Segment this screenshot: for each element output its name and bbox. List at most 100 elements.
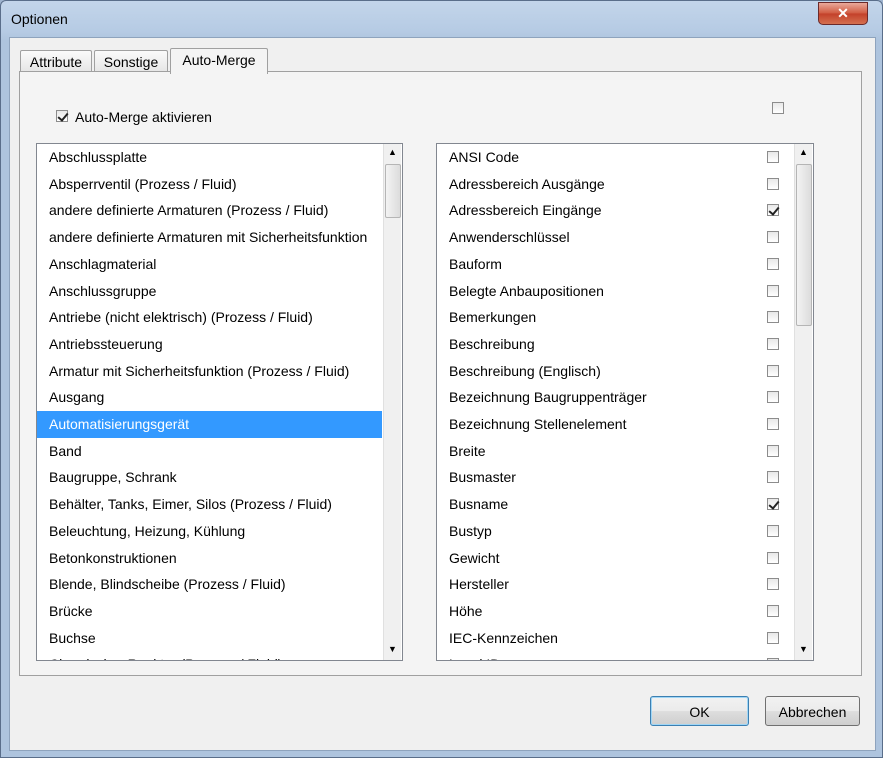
category-list-item[interactable]: Automatisierungsgerät (37, 411, 382, 438)
attribute-list-item-label: Busname (449, 496, 509, 513)
ok-button[interactable]: OK (650, 696, 749, 726)
category-list-item-label: Antriebe (nicht elektrisch) (Prozess / F… (49, 309, 313, 326)
attribute-list-item-label: Adressbereich Eingänge (449, 202, 602, 219)
category-list-item-label: Baugruppe, Schrank (49, 469, 177, 486)
attribute-merge-checkbox[interactable] (767, 151, 779, 163)
category-list-item[interactable]: Chemischer Reaktor (Prozess / Fluid) (37, 651, 382, 660)
category-list-item-label: Ausgang (49, 389, 105, 406)
category-list-item[interactable]: Behälter, Tanks, Eimer, Silos (Prozess /… (37, 491, 382, 518)
attribute-merge-checkbox[interactable] (767, 231, 779, 244)
category-list-item-label: Anschlagmaterial (49, 255, 157, 272)
attribute-merge-checkbox[interactable] (767, 498, 779, 511)
scroll-down-arrow-icon[interactable]: ▼ (384, 641, 401, 658)
attribute-merge-checkbox[interactable] (767, 311, 779, 324)
options-dialog: Optionen ✕ Attribute Sonstige Auto-Merge… (0, 0, 883, 758)
category-list-item[interactable]: Antriebssteuerung (37, 331, 382, 358)
category-list-item[interactable]: Beleuchtung, Heizung, Kühlung (37, 518, 382, 545)
attribute-list-item[interactable]: Bezeichnung Stellenelement (437, 411, 793, 438)
window-title: Optionen (11, 11, 68, 27)
attribute-list-item[interactable]: Beschreibung (Englisch) (437, 358, 793, 385)
tab-auto-merge[interactable]: Auto-Merge (170, 48, 268, 74)
category-list-item[interactable]: Armatur mit Sicherheitsfunktion (Prozess… (37, 358, 382, 385)
category-list-item[interactable]: Baugruppe, Schrank (37, 464, 382, 491)
attribute-list-item-label: Beschreibung (449, 335, 535, 352)
attribute-list-item-label: Höhe (449, 602, 483, 619)
category-list-item[interactable]: Anschlagmaterial (37, 251, 382, 278)
scrollbar-thumb[interactable] (385, 164, 401, 218)
attribute-list-item[interactable]: Belegte Anbaupositionen (437, 278, 793, 305)
attribute-merge-checkbox[interactable] (767, 284, 779, 297)
attribute-merge-checkbox[interactable] (767, 418, 779, 430)
category-list-item[interactable]: Band (37, 438, 382, 465)
attribute-list-item[interactable]: Hersteller (437, 571, 793, 598)
cancel-button[interactable]: Abbrechen (765, 696, 860, 726)
attribute-list-item[interactable]: Bustyp (437, 518, 793, 545)
attribute-merge-checkbox[interactable] (767, 391, 779, 404)
attribute-merge-checkbox[interactable] (767, 658, 779, 660)
attribute-list-item[interactable]: Höhe (437, 598, 793, 625)
attribute-list-item[interactable]: Adressbereich Ausgänge (437, 171, 793, 198)
attribute-list-item-label: IEC-Kennzeichen (449, 629, 558, 646)
category-list-item-label: Brücke (49, 602, 93, 619)
category-list-item[interactable]: Absperrventil (Prozess / Fluid) (37, 171, 382, 198)
attribute-merge-checkbox[interactable] (767, 551, 779, 564)
scrollbar-thumb[interactable] (796, 164, 812, 326)
select-all-checkbox[interactable] (772, 102, 784, 114)
attribute-merge-checkbox[interactable] (767, 257, 779, 270)
attribute-list-item[interactable]: Bauform (437, 251, 793, 278)
auto-merge-checkbox[interactable] (56, 110, 68, 122)
attribute-list-item[interactable]: Bemerkungen (437, 304, 793, 331)
category-list-item[interactable]: Betonkonstruktionen (37, 545, 382, 572)
category-list-item[interactable]: Brücke (37, 598, 382, 625)
attribute-list-item[interactable]: Breite (437, 438, 793, 465)
attribute-list-item[interactable]: ANSI Code (437, 144, 793, 171)
attribute-merge-checkbox[interactable] (767, 631, 779, 644)
attribute-list-item[interactable]: Adressbereich Eingänge (437, 197, 793, 224)
attribute-list-item[interactable]: Local ID (437, 651, 793, 660)
attribute-list-item[interactable]: IEC-Kennzeichen (437, 625, 793, 652)
attribute-list-item[interactable]: Busmaster (437, 464, 793, 491)
category-list-item[interactable]: andere definierte Armaturen mit Sicherhe… (37, 224, 382, 251)
attribute-merge-checkbox[interactable] (767, 578, 779, 591)
attribute-list-item[interactable]: Bezeichnung Baugruppenträger (437, 384, 793, 411)
attribute-list-item[interactable]: Beschreibung (437, 331, 793, 358)
scroll-up-arrow-icon[interactable]: ▲ (384, 144, 401, 161)
attribute-list-item[interactable]: Busname (437, 491, 793, 518)
attribute-merge-checkbox[interactable] (767, 444, 779, 457)
attribute-list-item-label: Hersteller (449, 576, 509, 593)
category-list-item-label: Buchse (49, 629, 96, 646)
dialog-client-area: Attribute Sonstige Auto-Merge Auto-Merge… (9, 37, 876, 751)
scroll-up-arrow-icon[interactable]: ▲ (795, 144, 812, 161)
close-button[interactable]: ✕ (818, 2, 868, 25)
category-list-item[interactable]: Antriebe (nicht elektrisch) (Prozess / F… (37, 304, 382, 331)
category-list-item[interactable]: Blende, Blindscheibe (Prozess / Fluid) (37, 571, 382, 598)
category-list-item[interactable]: Anschlussgruppe (37, 278, 382, 305)
attribute-list[interactable]: ANSI Code Adressbereich Ausgänge Adressber… (436, 143, 814, 661)
auto-merge-label[interactable]: Auto-Merge aktivieren (75, 109, 212, 125)
category-list-item-label: Chemischer Reaktor (Prozess / Fluid) (49, 651, 282, 660)
category-list-item-label: andere definierte Armaturen mit Sicherhe… (49, 229, 368, 246)
attribute-merge-checkbox[interactable] (767, 177, 779, 190)
attribute-merge-checkbox[interactable] (767, 337, 779, 350)
attribute-list-item-label: Busmaster (449, 469, 516, 486)
attribute-merge-checkbox[interactable] (767, 364, 779, 377)
attribute-list-item[interactable]: Anwenderschlüssel (437, 224, 793, 251)
category-list-item[interactable]: Buchse (37, 625, 382, 652)
attribute-merge-checkbox[interactable] (767, 524, 779, 537)
category-list-item[interactable]: Ausgang (37, 384, 382, 411)
scroll-down-arrow-icon[interactable]: ▼ (795, 641, 812, 658)
category-list-item-label: Absperrventil (Prozess / Fluid) (49, 175, 237, 192)
tab-sonstige[interactable]: Sonstige (94, 50, 168, 73)
attribute-list-scrollbar[interactable]: ▲ ▼ (794, 144, 812, 660)
attribute-merge-checkbox[interactable] (767, 604, 779, 617)
category-list-scrollbar[interactable]: ▲ ▼ (383, 144, 401, 660)
attribute-merge-checkbox[interactable] (767, 204, 779, 217)
attribute-merge-checkbox[interactable] (767, 471, 779, 484)
tab-attribute[interactable]: Attribute (20, 50, 92, 73)
category-list[interactable]: Abschlussplatte Absperrventil (Prozess / … (36, 143, 403, 661)
category-list-item[interactable]: Abschlussplatte (37, 144, 382, 171)
attribute-list-item[interactable]: Gewicht (437, 545, 793, 572)
category-list-item[interactable]: andere definierte Armaturen (Prozess / F… (37, 197, 382, 224)
title-bar[interactable]: Optionen ✕ (1, 1, 882, 37)
attribute-list-item-label: Beschreibung (Englisch) (449, 362, 601, 379)
